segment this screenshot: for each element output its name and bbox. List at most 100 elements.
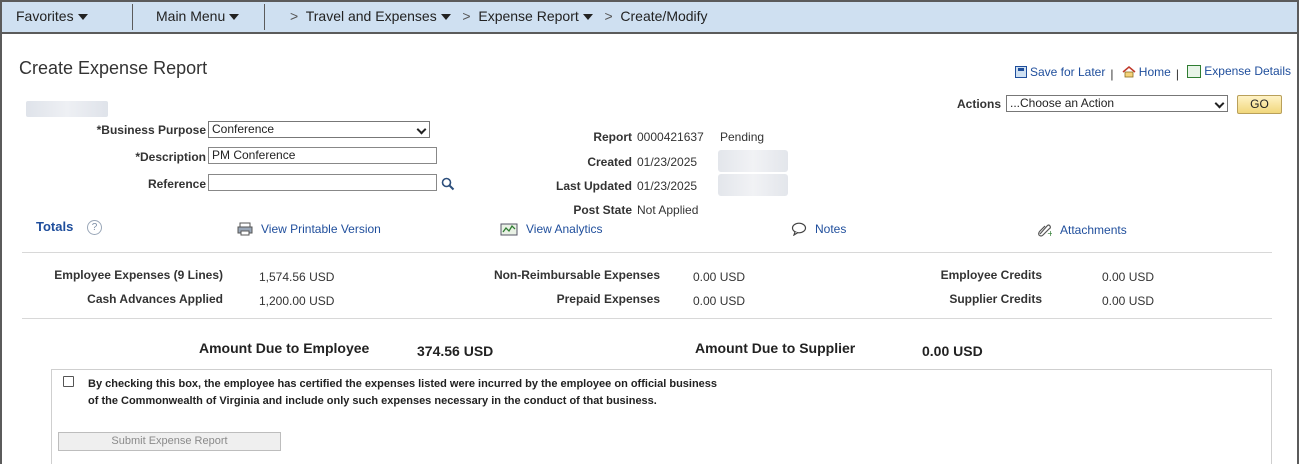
chevron-down-icon[interactable] <box>440 14 451 21</box>
speech-bubble-icon <box>791 222 807 236</box>
submit-expense-report-button[interactable]: Submit Expense Report <box>58 432 281 451</box>
breadcrumb-create-modify[interactable]: Create/Modify <box>620 8 707 24</box>
expense-details-icon <box>1187 64 1202 78</box>
created-label: Created <box>587 155 632 169</box>
save-for-later-label: Save for Later <box>1029 64 1106 79</box>
post-state-value: Not Applied <box>637 203 699 217</box>
description-label: *Description <box>135 150 206 164</box>
currency-label: USD <box>309 294 335 308</box>
supplier-credits-amount: 0.00 USD <box>1102 294 1154 308</box>
created-date: 01/23/2025 <box>637 155 698 169</box>
chevron-down-icon <box>77 14 88 21</box>
supplier-credits-label: Supplier Credits <box>949 292 1042 306</box>
updated-by-redacted <box>718 174 788 196</box>
home-icon <box>1122 65 1136 77</box>
breadcrumb: > Travel and Expenses > Expense Report >… <box>290 8 708 24</box>
business-purpose-select[interactable]: Conference <box>208 121 430 138</box>
section-divider <box>22 318 1272 319</box>
breadcrumb-expense-report[interactable]: Expense Report <box>478 8 578 24</box>
employee-credits-value: 0.00 <box>1102 270 1126 284</box>
amount-due-employee-amount: 374.56 USD <box>417 343 493 359</box>
view-analytics-label: View Analytics <box>526 222 603 236</box>
non-reimbursable-amount: 0.00 USD <box>693 270 745 284</box>
reference-input[interactable] <box>208 174 437 191</box>
breadcrumb-travel-expenses[interactable]: Travel and Expenses <box>306 8 437 24</box>
favorites-label: Favorites <box>16 8 74 24</box>
view-analytics-link[interactable]: View Analytics <box>500 222 602 236</box>
non-reimbursable-value: 0.00 <box>693 270 717 284</box>
cash-advances-label: Cash Advances Applied <box>87 292 223 306</box>
currency-label: USD <box>719 270 746 284</box>
employee-credits-amount: 0.00 USD <box>1102 270 1154 284</box>
last-updated-date: 01/23/2025 <box>637 179 698 193</box>
notes-link[interactable]: Notes <box>791 222 846 236</box>
business-purpose-value: Conference <box>212 122 275 136</box>
totals-heading: Totals <box>36 219 74 234</box>
employee-expenses-amount: 1,574.56 USD <box>259 270 334 284</box>
top-nav-bar: Favorites Main Menu > Travel and Expense… <box>0 0 1299 34</box>
amount-due-supplier-amount: 0.00 USD <box>922 343 983 359</box>
expense-details-link[interactable]: Expense Details <box>1187 64 1291 78</box>
supplier-credits-value: 0.00 <box>1102 294 1126 308</box>
amount-due-employee-label: Amount Due to Employee <box>199 340 370 356</box>
report-number: 0000421637 <box>637 130 704 144</box>
certify-checkbox[interactable] <box>63 376 74 387</box>
main-menu[interactable]: Main Menu <box>156 8 240 24</box>
prepaid-amount: 0.00 USD <box>693 294 745 308</box>
search-icon[interactable] <box>441 177 455 191</box>
amount-due-supplier-label: Amount Due to Supplier <box>695 340 856 356</box>
report-status: Pending <box>720 130 765 144</box>
cash-advances-value: 1,200.00 <box>259 294 306 308</box>
section-divider <box>22 252 1272 253</box>
post-state-label: Post State <box>573 203 632 217</box>
currency-label: USD <box>309 270 335 284</box>
created-by-redacted <box>718 150 788 172</box>
paperclip-icon: + <box>1038 224 1052 237</box>
view-printable-label: View Printable Version <box>261 222 381 236</box>
view-printable-link[interactable]: View Printable Version <box>237 222 381 236</box>
page-links: Save for Later | Home | Expense Details <box>1014 64 1291 81</box>
currency-label: USD <box>719 294 746 308</box>
breadcrumb-arrow-icon: > <box>604 8 613 24</box>
svg-text:+: + <box>1047 229 1052 237</box>
attachments-link[interactable]: + Attachments <box>1036 222 1127 237</box>
actions-label: Actions <box>957 97 1002 111</box>
employee-name-redacted <box>26 101 108 117</box>
home-link[interactable]: Home <box>1122 65 1171 79</box>
employee-expenses-label: Employee Expenses (9 Lines) <box>54 268 223 282</box>
printer-icon <box>237 222 253 236</box>
currency-label: USD <box>463 343 494 359</box>
analytics-icon <box>500 223 518 235</box>
breadcrumb-arrow-icon: > <box>462 8 471 24</box>
certification-text: By checking this box, the employee has c… <box>88 378 718 407</box>
chevron-down-icon[interactable] <box>582 14 593 21</box>
employee-expenses-value: 1,574.56 <box>259 270 306 284</box>
nav-divider <box>132 4 133 30</box>
currency-label: USD <box>1128 270 1155 284</box>
help-icon[interactable]: ? <box>87 220 102 235</box>
go-button[interactable]: GO <box>1237 95 1282 114</box>
description-input[interactable]: PM Conference <box>208 147 437 164</box>
cash-advances-amount: 1,200.00 USD <box>259 294 334 308</box>
non-reimbursable-label: Non-Reimbursable Expenses <box>493 268 660 282</box>
amount-due-supplier-value: 0.00 <box>922 343 950 359</box>
attachments-label: Attachments <box>1060 222 1127 237</box>
breadcrumb-arrow-icon: > <box>290 8 299 24</box>
amount-due-employee-value: 374.56 <box>417 343 460 359</box>
favorites-menu[interactable]: Favorites <box>16 8 88 24</box>
reference-label: Reference <box>147 177 206 191</box>
expense-details-label: Expense Details <box>1204 64 1291 78</box>
employee-credits-label: Employee Credits <box>940 268 1042 282</box>
save-icon <box>1014 65 1027 78</box>
nav-divider <box>264 4 265 30</box>
actions-selected-value: ...Choose an Action <box>1010 96 1115 110</box>
home-label: Home <box>1138 64 1171 79</box>
chevron-down-icon <box>416 124 427 135</box>
actions-select[interactable]: ...Choose an Action <box>1006 95 1228 112</box>
page-title: Create Expense Report <box>19 58 208 78</box>
save-for-later-link[interactable]: Save for Later <box>1014 64 1106 79</box>
business-purpose-label: *Business Purpose <box>96 123 206 137</box>
last-updated-label: Last Updated <box>555 179 632 193</box>
currency-label: USD <box>953 343 983 359</box>
prepaid-label: Prepaid Expenses <box>556 292 660 306</box>
